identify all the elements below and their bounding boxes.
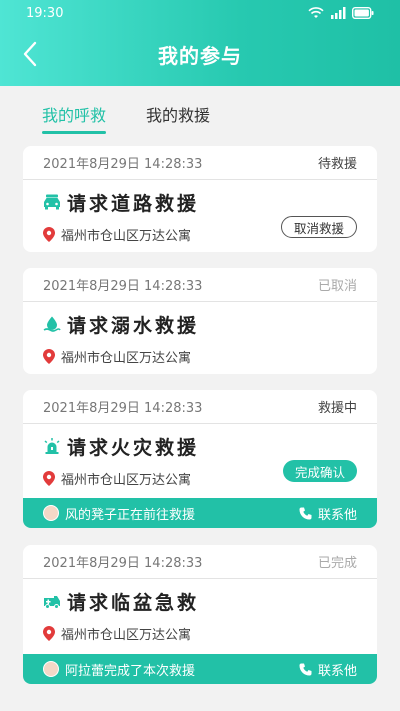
nav-bar: 我的参与 (0, 26, 400, 82)
card-address: 福州市仓山区万达公寓 (61, 627, 192, 643)
confirm-complete-button[interactable]: 完成确认 (282, 460, 357, 482)
card-body: 请求溺水救援 福州市仓山区万达公寓 (23, 302, 377, 366)
tab-bar: 我的呼救 我的救援 (0, 86, 400, 134)
request-card[interactable]: 2021年8月29日 14:28:33 已完成 请求临盆急救 福州市仓山区万达公… (23, 545, 377, 684)
card-time: 2021年8月29日 14:28:33 (43, 401, 203, 416)
location-pin-icon (43, 625, 55, 641)
card-address: 福州市仓山区万达公寓 (61, 472, 192, 488)
rescuer-status-text: 风的凳子正在前往救援 (65, 507, 196, 523)
water-drop-icon (43, 316, 61, 332)
avatar (43, 661, 59, 677)
rescuer-footer: 阿拉蕾完成了本次救援 联系他 (23, 654, 377, 684)
rescuer-status-text: 阿拉蕾完成了本次救援 (65, 663, 196, 679)
card-body: 请求临盆急救 福州市仓山区万达公寓 (23, 579, 377, 643)
card-title: 请求道路救援 (67, 192, 200, 215)
contact-label: 联系他 (317, 663, 357, 679)
contact-button[interactable]: 联系他 (299, 660, 357, 679)
rescuer-footer: 风的凳子正在前往救援 联系他 (23, 498, 377, 528)
card-body: 请求火灾救援 福州市仓山区万达公寓 完成确认 (23, 424, 377, 488)
card-header: 2021年8月29日 14:28:33 已取消 (23, 268, 377, 302)
request-card[interactable]: 2021年8月29日 14:28:33 救援中 请求火灾救援 福州市仓山区万达公… (23, 390, 377, 528)
location-pin-icon (43, 348, 55, 364)
card-header: 2021年8月29日 14:28:33 待救援 (23, 146, 377, 180)
card-time: 2021年8月29日 14:28:33 (43, 279, 203, 294)
status-bar: 19:30 (0, 0, 400, 26)
card-body: 请求道路救援 福州市仓山区万达公寓 取消救援 (23, 180, 377, 244)
status-icons (308, 7, 374, 19)
card-time: 2021年8月29日 14:28:33 (43, 556, 203, 571)
cancel-rescue-button[interactable]: 取消救援 (280, 216, 357, 238)
tab-my-rescue[interactable]: 我的救援 (146, 102, 210, 134)
avatar (43, 505, 59, 521)
phone-icon (299, 663, 312, 675)
card-time: 2021年8月29日 14:28:33 (43, 157, 203, 172)
header: 19:30 我的参与 (0, 0, 400, 86)
card-header: 2021年8月29日 14:28:33 救援中 (23, 390, 377, 424)
request-card[interactable]: 2021年8月29日 14:28:33 待救援 请求道路救援 福州市仓山区万达公… (23, 146, 377, 252)
phone-icon (299, 507, 312, 519)
card-title: 请求火灾救援 (67, 436, 200, 459)
alarm-light-icon (44, 438, 60, 454)
contact-label: 联系他 (317, 507, 357, 523)
chevron-left-icon (23, 41, 37, 67)
card-title: 请求溺水救援 (67, 314, 200, 337)
status-badge: 待救援 (317, 157, 357, 172)
card-title: 请求临盆急救 (67, 591, 200, 614)
status-time: 19:30 (26, 5, 64, 21)
contact-button[interactable]: 联系他 (299, 504, 357, 523)
card-header: 2021年8月29日 14:28:33 已完成 (23, 545, 377, 579)
location-pin-icon (43, 470, 55, 486)
battery-icon (352, 7, 374, 19)
card-address: 福州市仓山区万达公寓 (61, 350, 192, 366)
back-button[interactable] (14, 38, 46, 70)
tab-my-sos[interactable]: 我的呼救 (42, 102, 107, 134)
page-title: 我的参与 (158, 43, 242, 68)
request-card[interactable]: 2021年8月29日 14:28:33 已取消 请求溺水救援 福州市仓山区万达公… (23, 268, 377, 374)
status-badge: 已完成 (317, 556, 357, 571)
wifi-icon (308, 7, 324, 18)
location-pin-icon (43, 226, 55, 242)
status-badge: 已取消 (317, 279, 357, 294)
ambulance-icon (44, 596, 60, 609)
signal-icon (331, 7, 346, 19)
car-icon (44, 194, 60, 210)
card-address: 福州市仓山区万达公寓 (61, 228, 192, 244)
status-badge: 救援中 (317, 401, 357, 416)
